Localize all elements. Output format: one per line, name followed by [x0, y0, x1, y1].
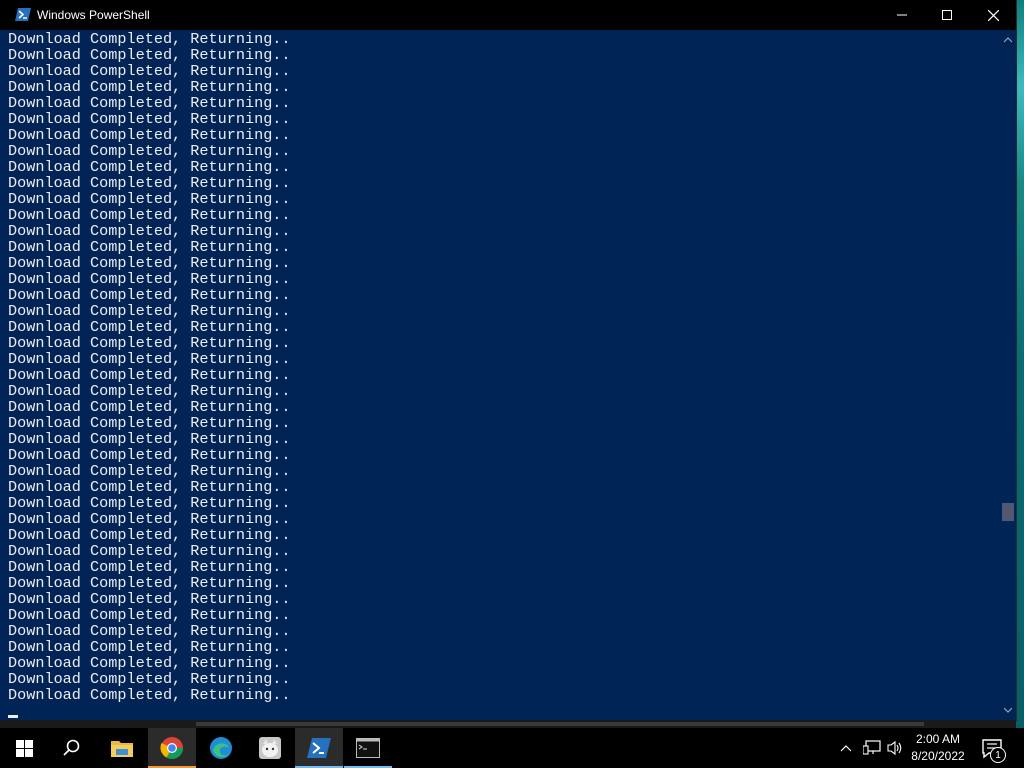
console-line: Download Completed, Returning.. — [8, 110, 291, 128]
console-line: Download Completed, Returning.. — [8, 542, 291, 560]
console-line: Download Completed, Returning.. — [8, 62, 291, 80]
minimize-icon — [897, 14, 907, 16]
console-line: Download Completed, Returning.. — [8, 350, 291, 368]
console-line: Download Completed, Returning.. — [8, 478, 291, 496]
scrollbar-thumb[interactable] — [1002, 503, 1014, 521]
clock-date: 8/20/2022 — [911, 749, 965, 763]
console-line: Download Completed, Returning.. — [8, 606, 291, 624]
cat-app-button[interactable] — [246, 728, 294, 768]
console-line: Download Completed, Returning.. — [8, 30, 291, 48]
window-title: Windows PowerShell — [37, 8, 150, 22]
console-line: Download Completed, Returning.. — [8, 206, 291, 224]
close-button[interactable] — [970, 0, 1016, 30]
console-line: Download Completed, Returning.. — [8, 494, 291, 512]
minimize-button[interactable] — [879, 0, 925, 30]
console-line: Download Completed, Returning.. — [8, 94, 291, 112]
powershell-icon — [15, 8, 31, 21]
maximize-icon — [942, 10, 952, 20]
console-line: Download Completed, Returning.. — [8, 46, 291, 64]
cmd-button[interactable] — [344, 728, 392, 768]
console-output[interactable]: Download Completed, Returning.. Download … — [0, 30, 1000, 720]
console-line: Download Completed, Returning.. — [8, 222, 291, 240]
volume-icon — [887, 740, 902, 756]
scroll-down-icon — [1004, 707, 1012, 713]
search-icon — [63, 739, 80, 756]
scroll-up-icon — [1004, 37, 1012, 43]
close-icon — [987, 9, 999, 21]
console-line: Download Completed, Returning.. — [8, 414, 291, 432]
powershell-window[interactable]: Windows PowerShell Download Completed, R… — [0, 0, 1016, 720]
show-hidden-icons-button[interactable] — [838, 738, 854, 758]
console-line: Download Completed, Returning.. — [8, 382, 291, 400]
folder-icon — [111, 741, 133, 757]
console-line: Download Completed, Returning.. — [8, 334, 291, 352]
console-line: Download Completed, Returning.. — [8, 190, 291, 208]
console-line: Download Completed, Returning.. — [8, 638, 291, 656]
console-line: Download Completed, Returning.. — [8, 462, 291, 480]
text-cursor — [8, 715, 18, 718]
taskbar: 2:00 AM 8/20/2022 1 — [0, 728, 1024, 768]
file-explorer-button[interactable] — [98, 728, 146, 768]
console-line: Download Completed, Returning.. — [8, 366, 291, 384]
console-line: Download Completed, Returning.. — [8, 398, 291, 416]
console-line: Download Completed, Returning.. — [8, 654, 291, 672]
console-line: Download Completed, Returning.. — [8, 126, 291, 144]
start-button[interactable] — [0, 728, 48, 768]
console-line: Download Completed, Returning.. — [8, 446, 291, 464]
console-line: Download Completed, Returning.. — [8, 142, 291, 160]
chrome-icon — [160, 737, 183, 759]
console-line: Download Completed, Returning.. — [8, 158, 291, 176]
console-line: Download Completed, Returning.. — [8, 254, 291, 272]
console-line: Download Completed, Returning.. — [8, 78, 291, 96]
console-line: Download Completed, Returning.. — [8, 430, 291, 448]
powershell-icon — [307, 738, 331, 758]
search-button[interactable] — [48, 728, 96, 768]
edge-icon — [210, 737, 232, 759]
cat-app-icon — [259, 737, 281, 759]
console-line: Download Completed, Returning.. — [8, 686, 291, 704]
clock-time: 2:00 AM — [915, 732, 961, 746]
console-line: Download Completed, Returning.. — [8, 510, 291, 528]
horizontal-scrollbar[interactable] — [0, 720, 1016, 728]
network-icon — [863, 740, 881, 755]
console-line: Download Completed, Returning.. — [8, 270, 291, 288]
title-bar[interactable]: Windows PowerShell — [0, 0, 1016, 30]
windows-logo-icon — [15, 739, 33, 757]
console-line: Download Completed, Returning.. — [8, 238, 291, 256]
edge-button[interactable] — [197, 728, 245, 768]
console-line: Download Completed, Returning.. — [8, 286, 291, 304]
notification-count-badge: 1 — [990, 747, 1006, 763]
console-line: Download Completed, Returning.. — [8, 526, 291, 544]
vertical-scrollbar[interactable] — [1000, 30, 1016, 720]
network-button[interactable] — [862, 738, 882, 758]
console-line: Download Completed, Returning.. — [8, 302, 291, 320]
console-line: Download Completed, Returning.. — [8, 574, 291, 592]
chevron-up-icon — [840, 745, 852, 752]
console-line: Download Completed, Returning.. — [8, 590, 291, 608]
clock[interactable]: 2:00 AM 8/20/2022 — [906, 731, 970, 765]
horizontal-scrollbar-thumb[interactable] — [196, 722, 924, 726]
cmd-icon — [356, 738, 380, 758]
console-line: Download Completed, Returning.. — [8, 318, 291, 336]
chrome-button[interactable] — [148, 728, 196, 768]
console-line: Download Completed, Returning.. — [8, 670, 291, 688]
powershell-taskbar-button[interactable] — [295, 728, 343, 768]
console-line: Download Completed, Returning.. — [8, 174, 291, 192]
console-line: Download Completed, Returning.. — [8, 558, 291, 576]
console-line: Download Completed, Returning.. — [8, 622, 291, 640]
volume-button[interactable] — [886, 738, 906, 758]
maximize-button[interactable] — [924, 0, 970, 30]
